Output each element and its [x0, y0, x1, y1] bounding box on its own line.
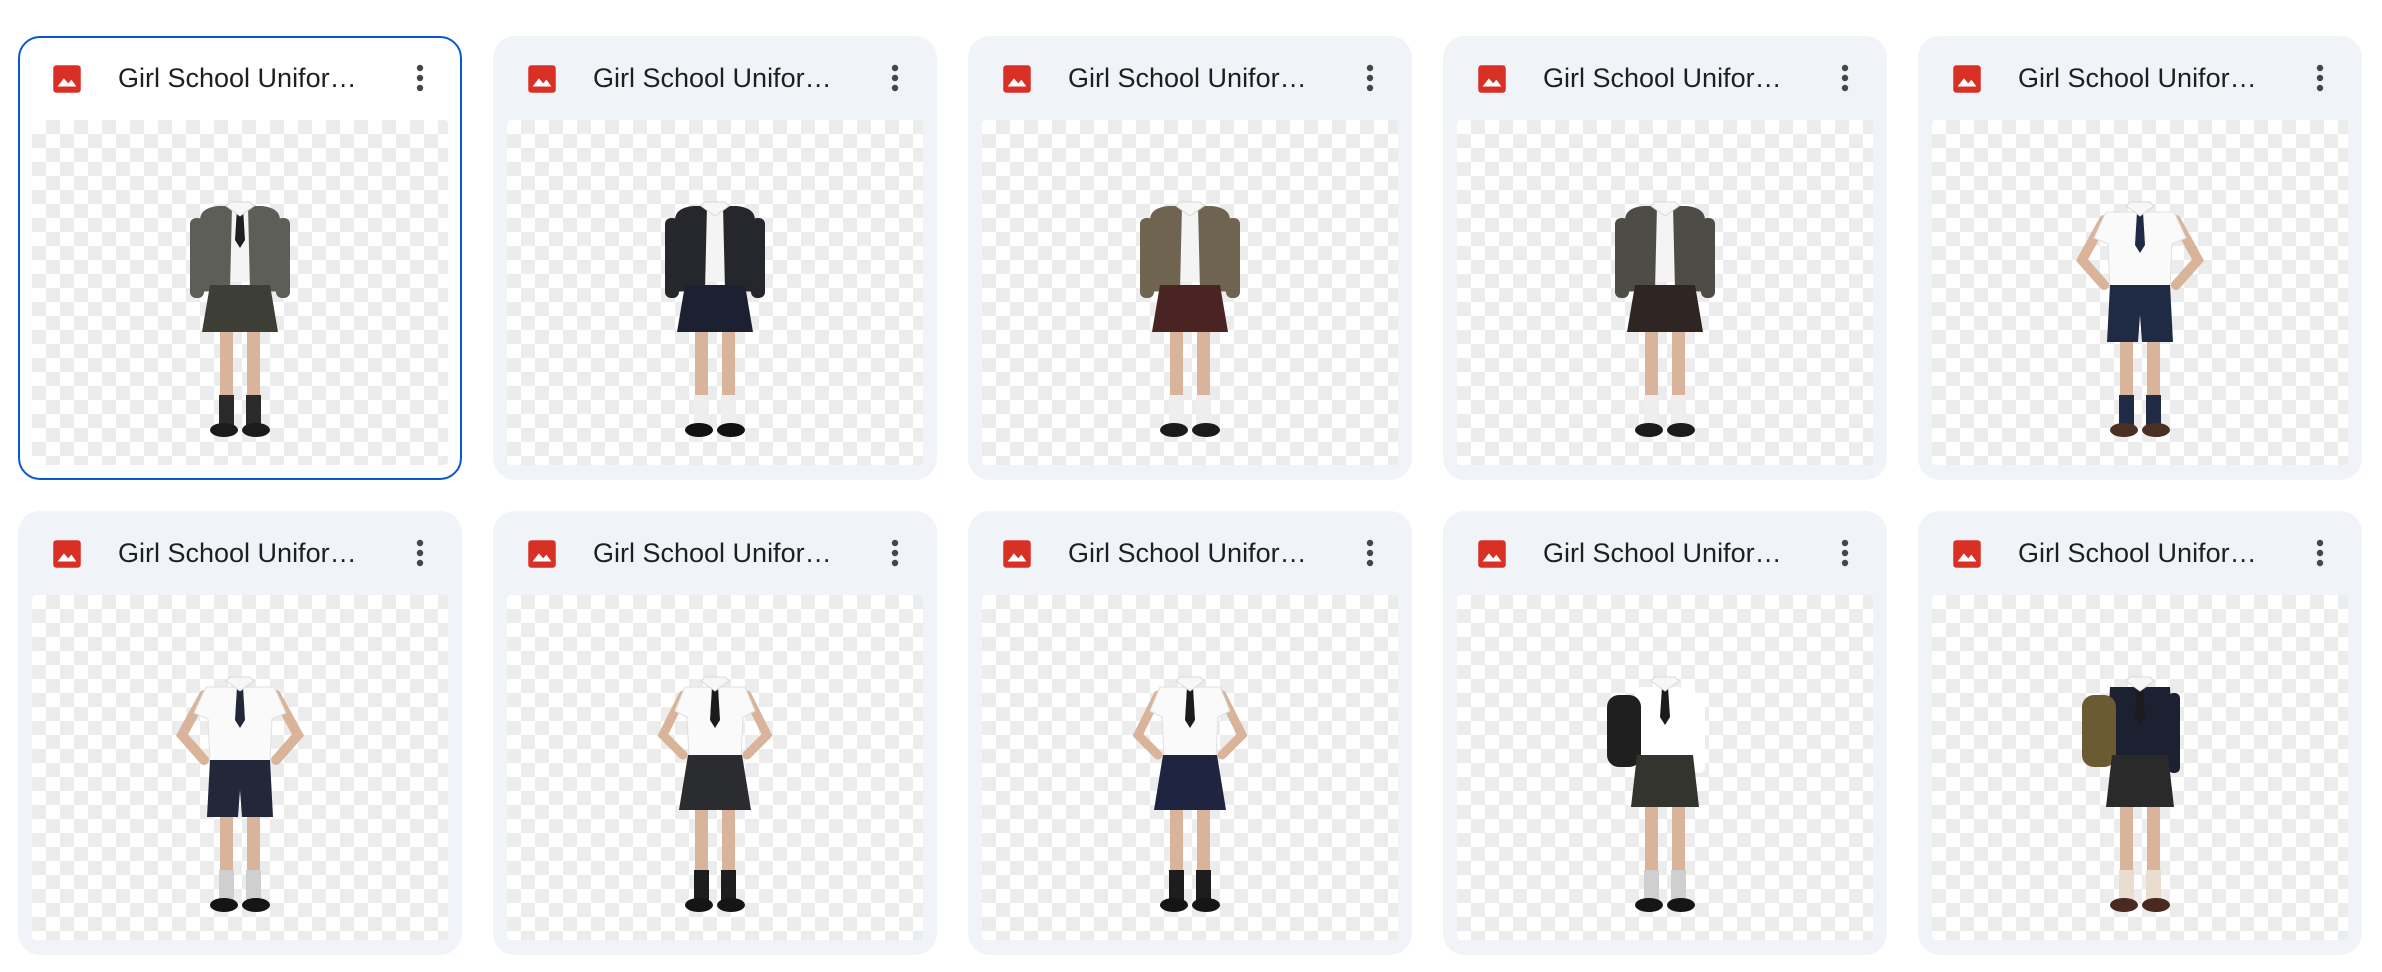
more-vert-icon: [1841, 539, 1849, 567]
file-card-header: Girl School Uniform ...: [1443, 36, 1887, 120]
more-options-button[interactable]: [875, 531, 915, 575]
uniform-preview-image: [1140, 201, 1240, 437]
file-card[interactable]: Girl School Uniform ...: [18, 511, 462, 955]
file-card-header: Girl School Uniform ...: [493, 36, 937, 120]
file-thumbnail[interactable]: [982, 120, 1398, 465]
file-title: Girl School Uniform ...: [118, 63, 376, 93]
image-file-icon: [1953, 540, 1981, 568]
file-thumbnail[interactable]: [32, 120, 448, 465]
more-vert-icon: [416, 539, 424, 567]
more-vert-icon: [1366, 64, 1374, 92]
file-card[interactable]: Girl School Uniform ...: [968, 511, 1412, 955]
uniform-figure: [2082, 676, 2180, 912]
uniform-figure: [665, 201, 765, 437]
image-file-icon: [53, 540, 81, 568]
file-thumbnail[interactable]: [1932, 595, 2348, 940]
more-options-button[interactable]: [1350, 531, 1390, 575]
uniform-preview-image: [2075, 201, 2205, 437]
file-card[interactable]: Girl School Uniform ...: [493, 511, 937, 955]
file-title: Girl School Uniform ...: [2018, 63, 2276, 93]
uniform-preview-image: [657, 676, 773, 912]
file-card-header: Girl School Uniform ...: [968, 511, 1412, 595]
file-card[interactable]: Girl School Uniform ...: [968, 36, 1412, 480]
uniform-preview-image: [190, 201, 290, 437]
more-options-button[interactable]: [400, 531, 440, 575]
file-thumbnail[interactable]: [1457, 120, 1873, 465]
file-thumbnail[interactable]: [1932, 120, 2348, 465]
more-vert-icon: [2316, 64, 2324, 92]
file-card-header: Girl School Uniform ...: [18, 511, 462, 595]
uniform-figure: [175, 676, 305, 912]
image-file-icon: [1953, 65, 1981, 93]
file-card[interactable]: Girl School Uniform ...: [1443, 511, 1887, 955]
uniform-figure: [1615, 201, 1715, 437]
uniform-preview-image: [1615, 201, 1715, 437]
file-title: Girl School Uniform ...: [1068, 538, 1326, 568]
file-title: Girl School Uniform ...: [1543, 538, 1801, 568]
file-card-header: Girl School Uniform ...: [1918, 511, 2362, 595]
uniform-figure: [2075, 201, 2205, 437]
more-vert-icon: [891, 539, 899, 567]
more-options-button[interactable]: [1825, 56, 1865, 100]
file-thumbnail[interactable]: [32, 595, 448, 940]
more-vert-icon: [1366, 539, 1374, 567]
uniform-figure: [190, 201, 290, 437]
more-options-button[interactable]: [1825, 531, 1865, 575]
file-card-header: Girl School Uniform ...: [1443, 511, 1887, 595]
file-title: Girl School Uniform ...: [118, 538, 376, 568]
file-card-header: Girl School Uniform ...: [493, 511, 937, 595]
image-file-icon: [1003, 540, 1031, 568]
uniform-preview-image: [2082, 676, 2180, 912]
file-thumbnail[interactable]: [982, 595, 1398, 940]
file-title: Girl School Uniform ...: [1543, 63, 1801, 93]
more-options-button[interactable]: [2300, 56, 2340, 100]
image-file-icon: [53, 65, 81, 93]
uniform-preview-image: [1132, 676, 1248, 912]
more-options-button[interactable]: [2300, 531, 2340, 575]
image-file-icon: [1003, 65, 1031, 93]
file-thumbnail[interactable]: [1457, 595, 1873, 940]
more-vert-icon: [891, 64, 899, 92]
file-title: Girl School Uniform ...: [593, 538, 851, 568]
file-thumbnail[interactable]: [507, 595, 923, 940]
uniform-figure: [1607, 676, 1705, 912]
file-title: Girl School Uniform ...: [1068, 63, 1326, 93]
file-thumbnail[interactable]: [507, 120, 923, 465]
more-vert-icon: [1841, 64, 1849, 92]
file-card[interactable]: Girl School Uniform ...: [1918, 36, 2362, 480]
uniform-figure: [657, 676, 773, 912]
more-vert-icon: [416, 64, 424, 92]
more-options-button[interactable]: [875, 56, 915, 100]
file-title: Girl School Uniform ...: [2018, 538, 2276, 568]
more-options-button[interactable]: [400, 56, 440, 100]
file-card-header: Girl School Uniform ...: [20, 38, 460, 122]
file-card-header: Girl School Uniform ...: [968, 36, 1412, 120]
uniform-figure: [1140, 201, 1240, 437]
file-card[interactable]: Girl School Uniform ...: [18, 36, 462, 480]
uniform-preview-image: [175, 676, 305, 912]
image-file-icon: [528, 65, 556, 93]
uniform-preview-image: [665, 201, 765, 437]
file-card-header: Girl School Uniform ...: [1918, 36, 2362, 120]
file-title: Girl School Uniform ...: [593, 63, 851, 93]
uniform-figure: [1132, 676, 1248, 912]
uniform-preview-image: [1607, 676, 1705, 912]
image-file-icon: [1478, 65, 1506, 93]
file-card[interactable]: Girl School Uniform ...: [1918, 511, 2362, 955]
more-options-button[interactable]: [1350, 56, 1390, 100]
image-file-icon: [1478, 540, 1506, 568]
file-card[interactable]: Girl School Uniform ...: [1443, 36, 1887, 480]
file-grid: Girl School Uniform ... Girl School Unif…: [0, 0, 2382, 972]
more-vert-icon: [2316, 539, 2324, 567]
image-file-icon: [528, 540, 556, 568]
file-card[interactable]: Girl School Uniform ...: [493, 36, 937, 480]
